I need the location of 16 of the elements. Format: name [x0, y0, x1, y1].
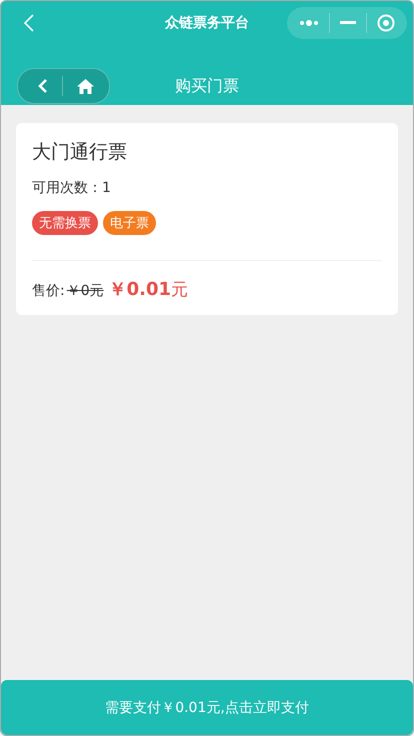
more-icon[interactable] [299, 19, 319, 27]
ticket-tag: 无需换票 [32, 211, 98, 235]
ticket-tag: 电子票 [103, 211, 156, 235]
uses-count: 可用次数：1 [32, 179, 112, 197]
back-icon[interactable] [38, 78, 48, 94]
price-label: 售价: [32, 282, 65, 300]
page-title: 购买门票 [175, 76, 239, 96]
minimize-icon[interactable] [340, 21, 356, 25]
original-price: ￥0元 [66, 282, 104, 300]
home-icon[interactable] [77, 78, 94, 94]
close-icon[interactable] [377, 14, 395, 32]
back-icon[interactable] [23, 13, 35, 33]
pay-button[interactable]: 需要支付￥0.01元,点击立即支付 [1, 680, 413, 735]
sale-price: ￥0.01元 [108, 278, 188, 301]
window-title: 众链票务平台 [165, 14, 249, 32]
ticket-name: 大门通行票 [32, 140, 128, 165]
